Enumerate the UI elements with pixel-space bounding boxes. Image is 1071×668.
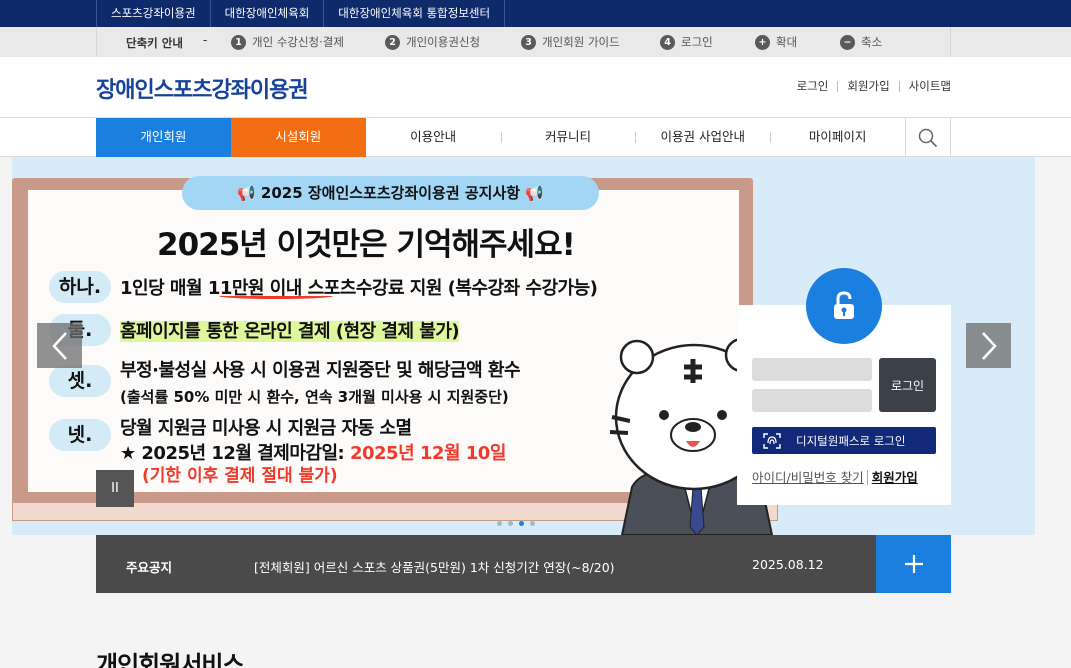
banner-pill-title: 📢 2025 장애인스포츠강좌이용권 공지사항 📢: [182, 176, 599, 210]
banner-headline: 2025년 이것만은 기억해주세요!: [157, 227, 576, 263]
banner-row-label: 넷.: [49, 419, 111, 451]
notice-label: 주요공지: [126, 560, 173, 575]
nav-tab-personal-member[interactable]: 개인회원: [96, 118, 231, 157]
banner-pill-text: 2025 장애인스포츠강좌이용권 공지사항: [260, 184, 521, 202]
shortcut-item-zoom-in[interactable]: + 확대: [755, 34, 797, 50]
notice-more-button[interactable]: [876, 535, 951, 593]
nav-tab-business-info[interactable]: 이용권 사업안내: [635, 118, 770, 157]
shortcut-label: 확대: [776, 35, 798, 49]
notice-date: 2025.08.12: [752, 557, 824, 572]
banner-row-text: 홈페이지를 통한 온라인 결제 (현장 결제 불가): [120, 317, 460, 343]
number-3-icon: 3: [521, 34, 536, 50]
banner-row-text: 부정·불성실 사용 시 이용권 지원중단 및 해당금액 환수: [120, 360, 521, 381]
header-utility-menu: 로그인 회원가입 사이트맵: [788, 80, 951, 92]
notice-title-link[interactable]: [전체회원] 어르신 스포츠 상품권(5만원) 1차 신청기간 연장(~8/20…: [254, 557, 615, 576]
top-utility-bar: 스포츠강좌이용권 대한장애인체육회 대한장애인체육회 통합정보센터: [0, 0, 1071, 27]
plus-icon: [904, 555, 923, 573]
nav-tab-facility-member[interactable]: 시설회원: [230, 118, 366, 157]
header-sitemap-link[interactable]: 사이트맵: [898, 80, 951, 92]
banner-deadline-date: 2025년 12월 10일: [349, 443, 506, 464]
shortcut-item-login[interactable]: 4 로그인: [660, 34, 713, 50]
login-help-links: 아이디/비밀번호 찾기 회원가입: [752, 467, 918, 486]
header-login-link[interactable]: 로그인: [788, 80, 838, 92]
user-id-input[interactable]: [752, 358, 872, 381]
search-icon: [918, 128, 938, 147]
site-header: 장애인스포츠강좌이용권 로그인 회원가입 사이트맵: [0, 57, 1071, 118]
shortcut-bar: 단축키 안내 - 1 개인 수강신청·결제 2 개인이용권신청 3 개인회원 가…: [0, 27, 1071, 57]
carousel-next-button[interactable]: [966, 323, 1011, 368]
digital-onepass-login-button[interactable]: 디지털원패스로 로그인: [752, 427, 936, 454]
topbar-link-kpc[interactable]: 대한장애인체육회: [209, 0, 324, 27]
number-1-icon: 1: [231, 34, 246, 50]
carousel-prev-button[interactable]: [37, 323, 82, 368]
shortcut-item-guide[interactable]: 3 개인회원 가이드: [521, 34, 620, 50]
header-join-link[interactable]: 회원가입: [837, 80, 898, 92]
megaphone-right-icon: 📢: [520, 184, 544, 202]
shortcut-label: 개인이용권신청: [406, 35, 481, 49]
carousel-dot[interactable]: [508, 521, 513, 526]
nav-tab-usage-guide[interactable]: 이용안내: [366, 118, 501, 157]
password-input[interactable]: [752, 389, 872, 412]
banner-row-subtext: (출석률 50% 미만 시 환수, 연속 3개월 미사용 시 지원중단): [120, 388, 509, 406]
shortcut-label: 개인 수강신청·결제: [252, 35, 344, 49]
digital-onepass-label: 디지털원패스로 로그인: [796, 433, 906, 448]
banner-row-text-highlight: 홈페이지를 통한 온라인 결제 (현장 결제 불가): [120, 321, 460, 342]
number-2-icon: 2: [385, 34, 400, 50]
banner-row-text: 1인당 매월 11만원 이내 스포츠수강료 지원 (복수강좌 수강가능): [120, 274, 598, 300]
shortcut-item-zoom-out[interactable]: − 축소: [840, 34, 882, 50]
chevron-right-icon: [981, 331, 997, 360]
banner-row-label: 셋.: [49, 365, 111, 397]
banner-row-text: 당월 지원금 미사용 시 지원금 자동 소멸: [120, 418, 412, 439]
shortcut-label: 로그인: [681, 35, 713, 49]
topbar-link-sports-voucher[interactable]: 스포츠강좌이용권: [96, 0, 210, 27]
main-notice-bar: 주요공지 [전체회원] 어르신 스포츠 상품권(5만원) 1차 신청기간 연장(…: [96, 535, 876, 593]
red-underline: [219, 293, 333, 299]
shortcut-label: 개인회원 가이드: [542, 35, 620, 49]
shortcut-label: 축소: [861, 35, 883, 49]
chevron-left-icon: [51, 331, 67, 360]
shortcut-dash: -: [203, 33, 208, 47]
topbar-link-info-center[interactable]: 대한장애인체육회 통합정보센터: [323, 0, 506, 27]
search-button[interactable]: [905, 118, 950, 157]
megaphone-left-icon: 📢: [236, 184, 261, 202]
banner-row-text-pre: 1인당 매월: [120, 278, 208, 299]
number-4-icon: 4: [660, 34, 675, 50]
carousel-dot[interactable]: [497, 521, 502, 526]
zoom-in-icon: +: [755, 34, 770, 50]
section-title-personal-services: 개인회원서비스: [96, 651, 245, 668]
banner-row-label: 하나.: [49, 271, 111, 303]
unlock-badge: [806, 268, 882, 344]
carousel-pause-button[interactable]: II: [96, 470, 134, 507]
unlock-icon: [834, 291, 854, 319]
zoom-out-icon: −: [840, 34, 855, 50]
shortcut-item-voucher[interactable]: 2 개인이용권신청: [385, 34, 480, 50]
site-logo[interactable]: 장애인스포츠강좌이용권: [96, 72, 309, 104]
main-navigation: 개인회원 시설회원 이용안내 커뮤니티 이용권 사업안내 마이페이지: [0, 118, 1071, 157]
carousel-indicators: [497, 521, 535, 526]
carousel-dot[interactable]: [530, 521, 535, 526]
shortcut-item-apply[interactable]: 1 개인 수강신청·결제: [231, 34, 344, 50]
carousel-dot-active[interactable]: [519, 521, 524, 526]
shortcut-title: 단축키 안내: [126, 36, 183, 50]
join-link[interactable]: 회원가입: [866, 470, 918, 485]
nav-tab-mypage[interactable]: 마이페이지: [770, 118, 905, 157]
login-button[interactable]: 로그인: [879, 358, 936, 412]
banner-deadline-note: (기한 이후 결제 절대 불가): [142, 466, 338, 486]
fingerprint-icon: [763, 432, 781, 449]
banner-row-text-post: 스포츠수강료 지원 (복수강좌 수강가능): [301, 278, 598, 299]
find-id-password-link[interactable]: 아이디/비밀번호 찾기: [752, 470, 864, 485]
nav-tab-community[interactable]: 커뮤니티: [500, 118, 636, 157]
